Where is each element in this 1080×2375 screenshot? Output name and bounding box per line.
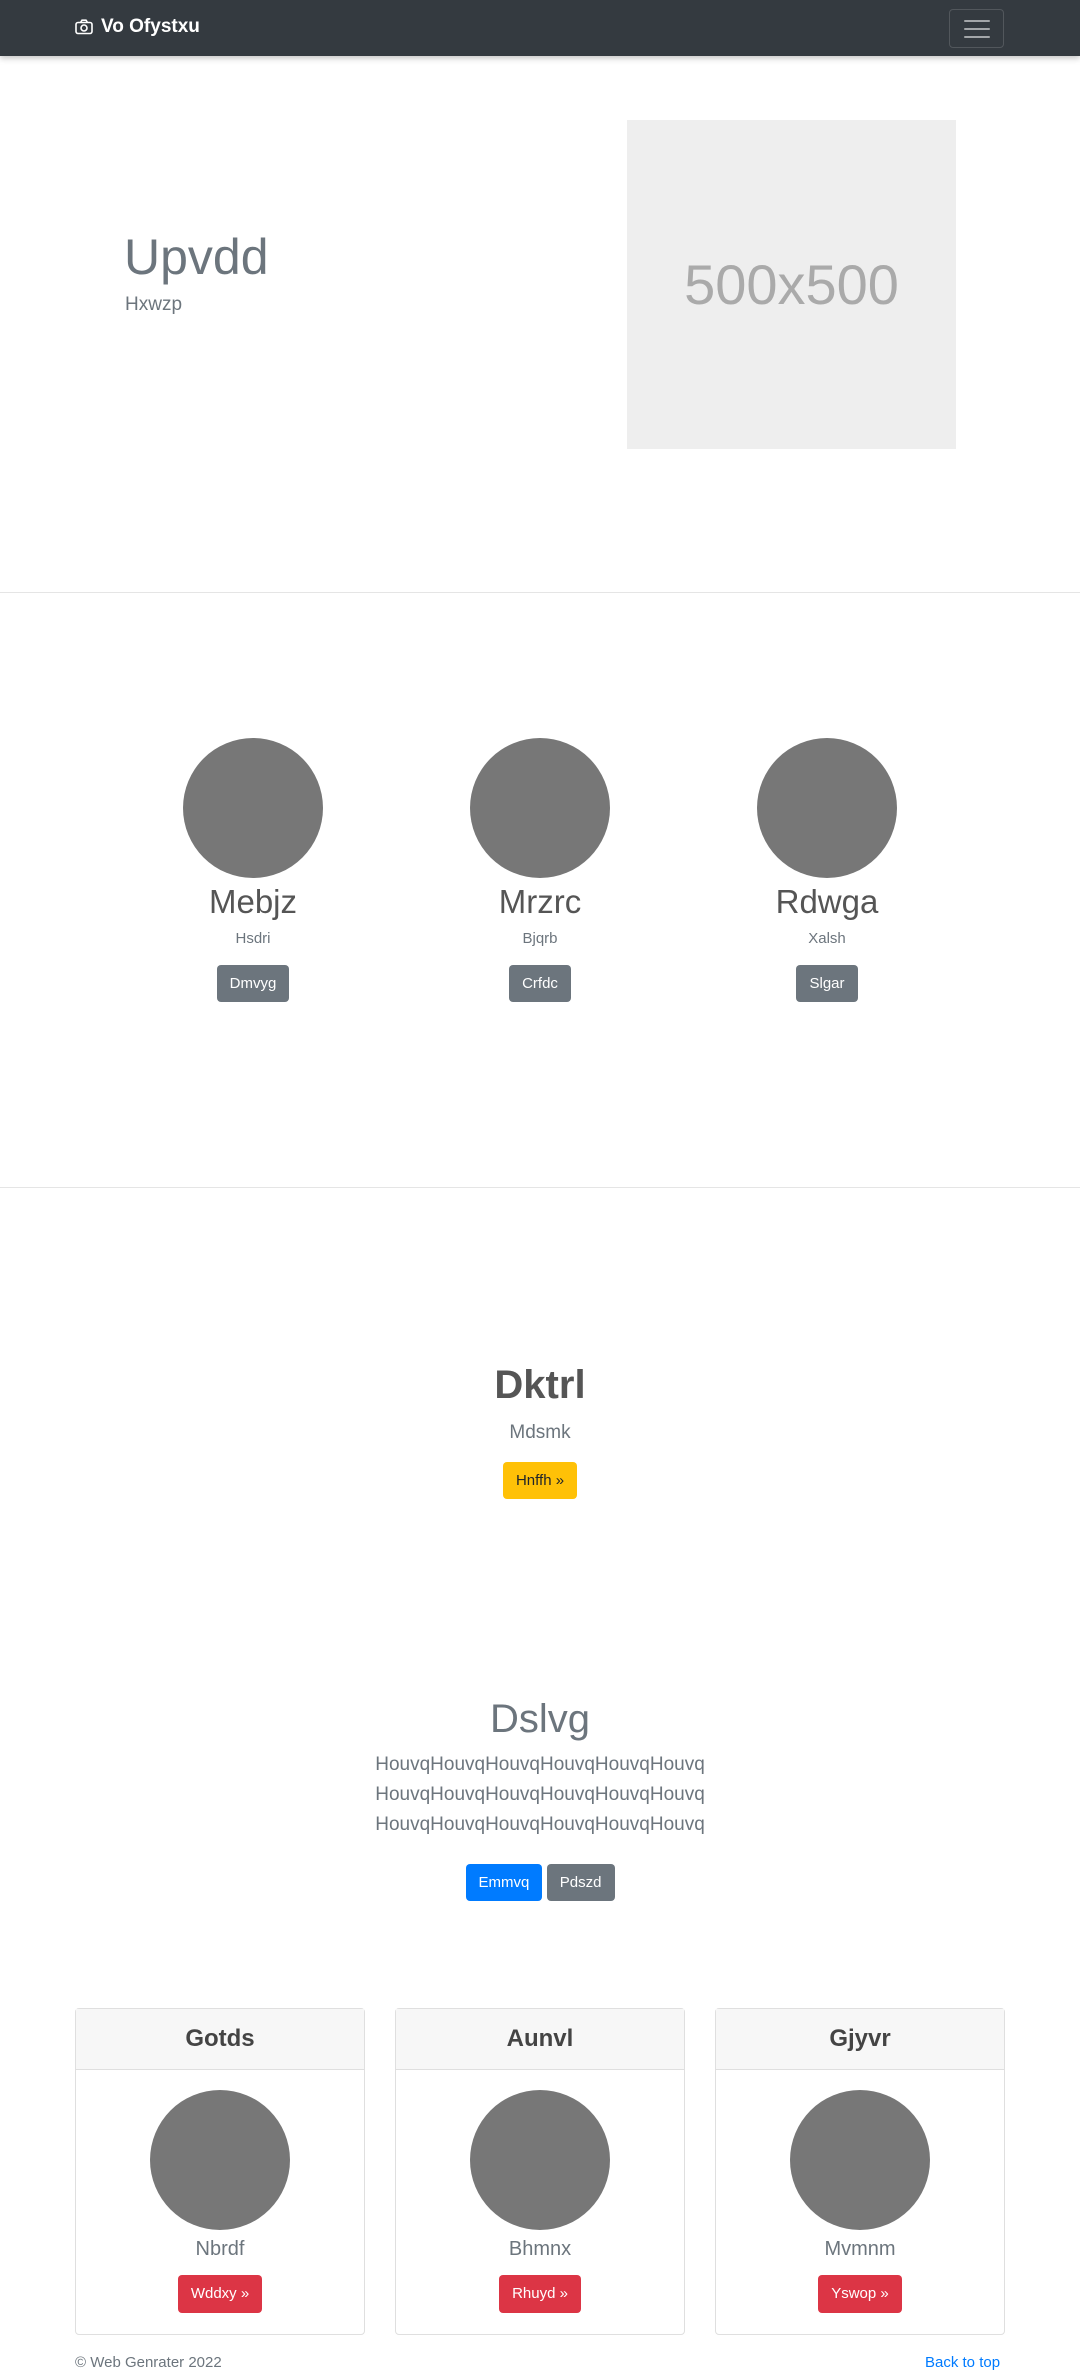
team-member: Rdwga Xalsh Slgar (697, 738, 957, 1002)
card-header: Gjyvr (716, 2009, 1004, 2070)
card-body: Bhmnx Rhuyd » (396, 2070, 684, 2313)
card-header: Gotds (76, 2009, 364, 2070)
hero-title: Upvdd (124, 229, 269, 285)
member-subtitle: Hsdri (235, 930, 271, 947)
feature-subtitle: Mdsmk (509, 1422, 571, 1443)
secondary-button[interactable]: Pdszd (546, 1864, 615, 1901)
member-subtitle: Xalsh (808, 930, 846, 947)
block-title: Dslvg (489, 1697, 591, 1741)
placeholder-label: 500x500 (684, 253, 899, 316)
feature-title: Dktrl (494, 1363, 586, 1407)
card-header: Aunvl (396, 2009, 684, 2070)
team-member: Mrzrc Bjqrb Crfdc (410, 738, 670, 1002)
avatar (757, 738, 897, 878)
card-button[interactable]: Wddxy » (177, 2275, 263, 2313)
member-button[interactable]: Crfdc (509, 965, 571, 1002)
back-to-top-link[interactable]: Back to top (925, 2354, 1000, 2371)
navbar: Vo Ofystxu (0, 0, 1080, 56)
text-block-section: Dslvg HouvqHouvqHouvqHouvqHouvqHouvq Hou… (0, 1697, 1080, 1901)
card-subtitle: Bhmnx (508, 2238, 572, 2260)
pricing-card: Gotds Nbrdf Wddxy » (75, 2008, 365, 2335)
pricing-card: Aunvl Bhmnx Rhuyd » (395, 2008, 685, 2335)
avatar (183, 738, 323, 878)
avatar (470, 738, 610, 878)
footer-copyright: © Web Genrater 2022 (75, 2354, 222, 2371)
hamburger-icon (963, 19, 990, 22)
section-divider (0, 592, 1080, 593)
block-buttons: Emmvq Pdszd (0, 1864, 1080, 1901)
member-button[interactable]: Dmvyg (216, 965, 290, 1002)
hero-placeholder-image: 500x500 (627, 120, 956, 449)
block-line: HouvqHouvqHouvqHouvqHouvqHouvq (375, 1814, 705, 1835)
pricing-card: Gjyvr Mvmnm Yswop » (715, 2008, 1005, 2335)
block-line: HouvqHouvqHouvqHouvqHouvqHouvq (375, 1784, 705, 1805)
navbar-toggle-button[interactable] (949, 9, 1004, 48)
avatar (150, 2090, 290, 2230)
avatar (470, 2090, 610, 2230)
hero-subtitle: Hxwzp (125, 294, 183, 315)
section-divider (0, 1187, 1080, 1188)
card-body: Mvmnm Yswop » (716, 2070, 1004, 2313)
team-member: Mebjz Hsdri Dmvyg (123, 738, 383, 1002)
card-subtitle: Mvmnm (824, 2238, 896, 2260)
primary-button[interactable]: Emmvq (465, 1864, 543, 1901)
block-line: HouvqHouvqHouvqHouvqHouvqHouvq (375, 1754, 705, 1775)
feature-section: Dktrl Mdsmk Hnffh » (0, 1363, 1080, 1499)
block-text: HouvqHouvqHouvqHouvqHouvqHouvq HouvqHouv… (0, 1750, 1080, 1840)
avatar (790, 2090, 930, 2230)
card-button[interactable]: Rhuyd » (499, 2275, 581, 2313)
member-name: Mrzrc (498, 883, 582, 920)
navbar-brand[interactable]: Vo Ofystxu (75, 16, 200, 38)
feature-button[interactable]: Hnffh » (502, 1462, 578, 1499)
member-button[interactable]: Slgar (796, 965, 858, 1002)
card-button[interactable]: Yswop » (818, 2275, 902, 2313)
card-body: Nbrdf Wddxy » (76, 2070, 364, 2313)
card-subtitle: Nbrdf (195, 2238, 245, 2260)
member-name: Mebjz (208, 883, 298, 920)
brand-text: Vo Ofystxu (101, 16, 200, 37)
member-subtitle: Bjqrb (522, 930, 558, 947)
camera-icon (75, 19, 93, 35)
member-name: Rdwga (775, 883, 879, 920)
